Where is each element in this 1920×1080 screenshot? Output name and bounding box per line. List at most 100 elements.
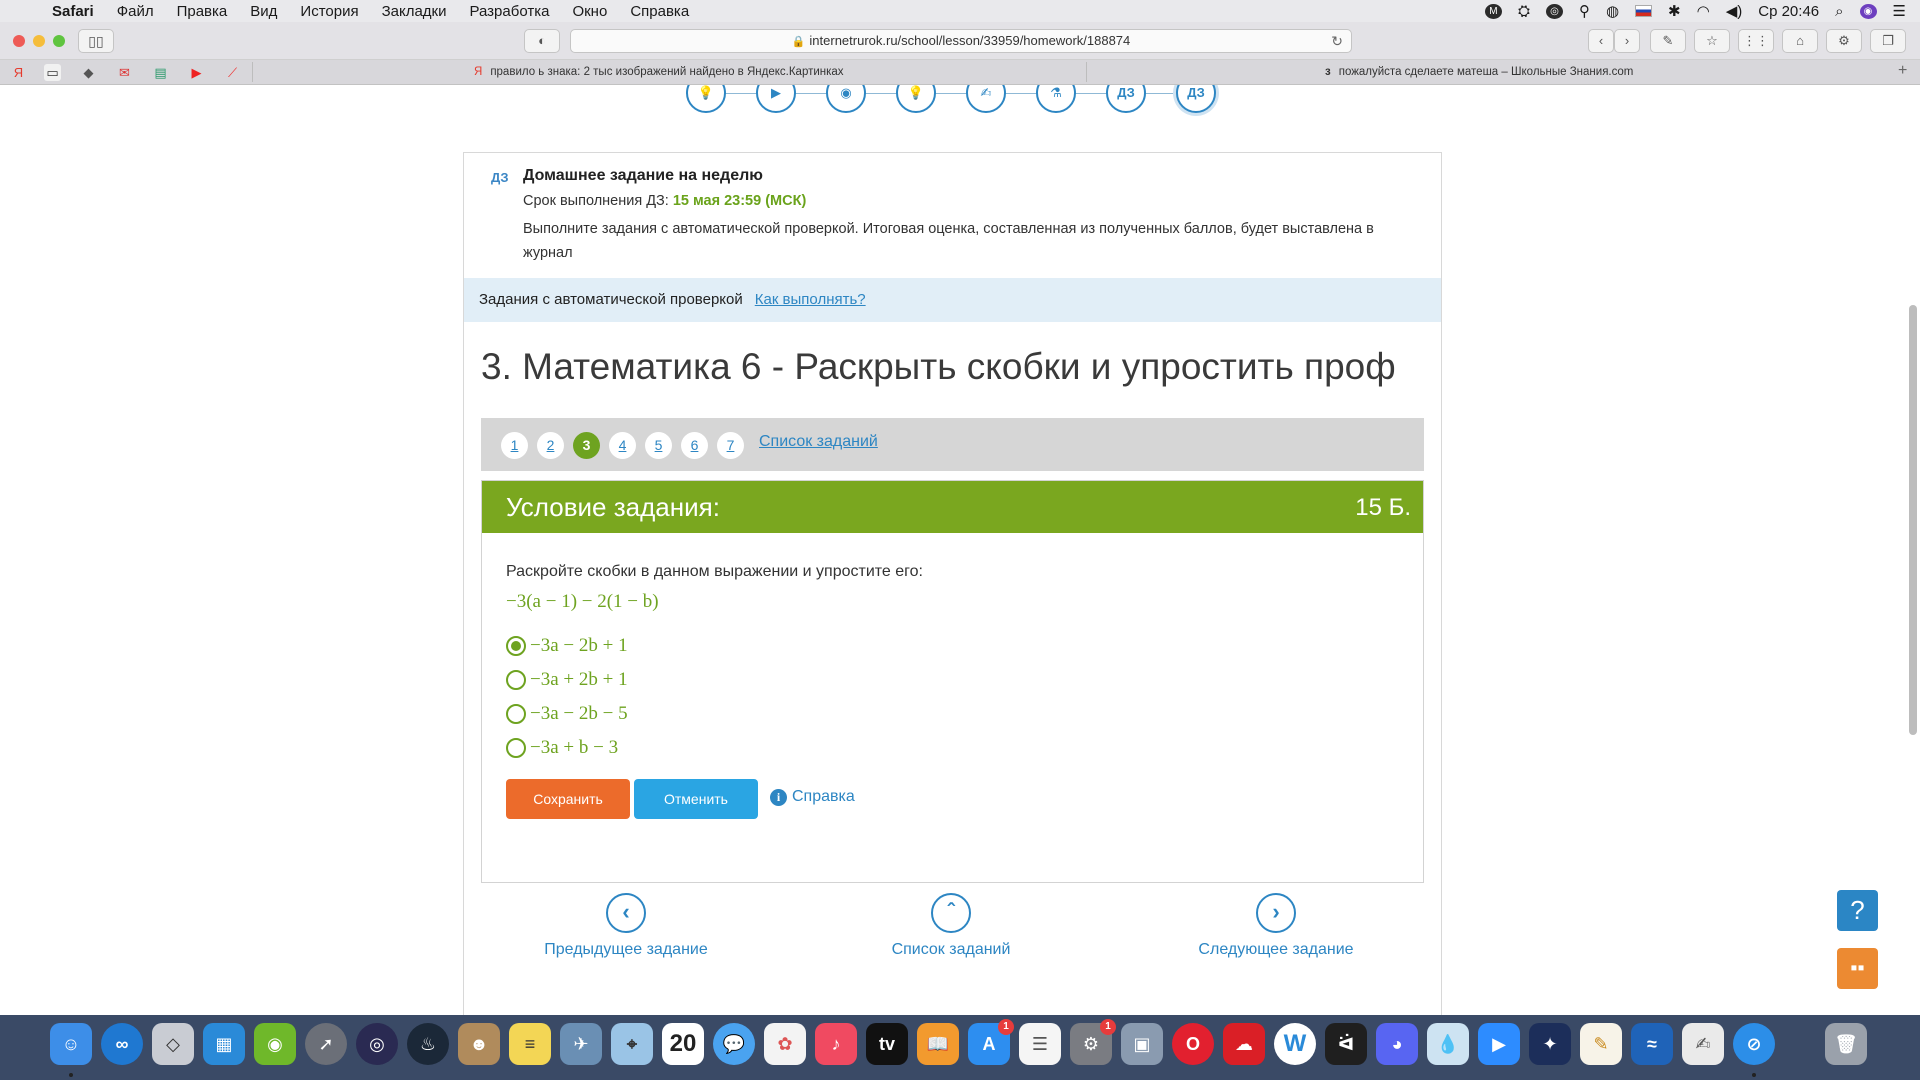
menu-bookmarks[interactable]: Закладки	[382, 3, 447, 20]
answer-option-1[interactable]: −3a − 2b + 1	[506, 633, 628, 659]
calendar-icon[interactable]: 20	[662, 1023, 704, 1065]
next-task-label[interactable]: Следующее задание	[1166, 941, 1386, 959]
opera-icon[interactable]: O	[1172, 1023, 1214, 1065]
menu-file[interactable]: Файл	[117, 3, 154, 20]
safari-icon[interactable]: ⊘	[1733, 1023, 1775, 1065]
clock[interactable]: Ср 20:46	[1758, 3, 1819, 20]
task-list-link[interactable]: Список заданий	[759, 433, 878, 451]
finder-icon[interactable]: ☺	[50, 1023, 92, 1065]
radio-button[interactable]	[506, 738, 526, 758]
radio-button[interactable]	[506, 670, 526, 690]
sidebar-toggle-icon[interactable]: ▯▯	[78, 29, 114, 53]
chevron-right-icon[interactable]: ›	[1256, 893, 1296, 933]
volume-icon[interactable]: ◀)	[1726, 2, 1743, 20]
steam-icon[interactable]: ♨	[407, 1023, 449, 1065]
status-sync-icon[interactable]: ◎	[1545, 3, 1563, 19]
zoom-icon[interactable]: ▶	[1478, 1023, 1520, 1065]
how-to-link[interactable]: Как выполнять?	[755, 291, 866, 308]
bookmark-cube-icon[interactable]: ◆	[80, 64, 97, 81]
bluetooth-icon[interactable]: ✱	[1668, 2, 1681, 20]
app-wave-icon[interactable]: ≈	[1631, 1023, 1673, 1065]
bookmark-arc-icon[interactable]: ⟋	[224, 64, 241, 81]
app-store-icon[interactable]: A1	[968, 1019, 1014, 1065]
task-number-3[interactable]: 3	[573, 432, 600, 459]
tab-znanija[interactable]: з пожалуйста сделаете матеша – Школьные З…	[1325, 60, 1633, 84]
step-video-icon[interactable]: ▶	[756, 85, 796, 113]
reload-icon[interactable]: ↻	[1331, 30, 1343, 52]
radio-button[interactable]	[506, 636, 526, 656]
status-app-icon[interactable]: ⛭	[1518, 3, 1530, 20]
preview-icon[interactable]: ✈	[560, 1023, 602, 1065]
radio-button[interactable]	[506, 704, 526, 724]
menu-develop[interactable]: Разработка	[470, 3, 550, 20]
siri-icon[interactable]: ◉	[1859, 3, 1877, 19]
answer-option-4[interactable]: −3a + b − 3	[506, 735, 618, 761]
notes-icon[interactable]: ≡	[509, 1023, 551, 1065]
creative-cloud-icon[interactable]: ☁	[1223, 1023, 1265, 1065]
chevron-left-icon[interactable]: ‹	[606, 893, 646, 933]
trash-icon[interactable]: 🗑	[1825, 1023, 1867, 1065]
home-icon[interactable]: ⌂	[1782, 29, 1818, 53]
page-scrollbar[interactable]	[1909, 305, 1917, 735]
menu-edit[interactable]: Правка	[177, 3, 228, 20]
app-butterfly-icon[interactable]: ∞	[101, 1023, 143, 1065]
menu-app-name[interactable]: Safari	[52, 3, 94, 20]
grid-icon[interactable]: ⋮⋮	[1738, 29, 1774, 53]
step-trainer-icon[interactable]: ✍	[966, 85, 1006, 113]
status-globe-icon[interactable]: ◍	[1606, 2, 1619, 20]
bookmark-doc-icon[interactable]: ▤	[152, 64, 169, 81]
app-game-icon[interactable]: ✦	[1529, 1023, 1571, 1065]
prev-task-nav[interactable]: ‹ Предыдущее задание	[516, 893, 736, 959]
app-drop-icon[interactable]: 💧	[1427, 1023, 1469, 1065]
chevron-up-icon[interactable]: ˆ	[931, 893, 971, 933]
cancel-button[interactable]: Отменить	[634, 779, 758, 819]
textedit-icon[interactable]: ✍	[1682, 1023, 1724, 1065]
answer-option-3[interactable]: −3a − 2b − 5	[506, 701, 628, 727]
task-number-2[interactable]: 2	[537, 432, 564, 459]
task-list-nav[interactable]: ˆ Список заданий	[841, 893, 1061, 959]
step-hint-icon[interactable]: 💡	[686, 85, 726, 113]
launchpad-icon[interactable]: ➚	[305, 1023, 347, 1065]
save-button[interactable]: Сохранить	[506, 779, 630, 819]
app-alpaca-icon[interactable]: ᐛ	[1325, 1023, 1367, 1065]
step-homework-2[interactable]: ДЗ	[1176, 85, 1216, 113]
books-icon[interactable]: 📖	[917, 1023, 959, 1065]
extension-star-icon[interactable]: ☆	[1694, 29, 1730, 53]
next-task-nav[interactable]: › Следующее задание	[1166, 893, 1386, 959]
system-preferences-icon[interactable]: ⚙ 1	[1070, 1019, 1116, 1065]
menu-window[interactable]: Окно	[572, 3, 607, 20]
nvidia-icon[interactable]: ◉	[254, 1023, 296, 1065]
window-zoom-button[interactable]	[53, 35, 65, 47]
task-list-label[interactable]: Список заданий	[841, 941, 1061, 959]
extension-pen-icon[interactable]: ✎	[1650, 29, 1686, 53]
step-test-icon[interactable]: ⚗	[1036, 85, 1076, 113]
wifi-icon[interactable]: ◠	[1697, 2, 1710, 20]
app-windows-icon[interactable]: ▦	[203, 1023, 245, 1065]
input-language-flag-icon[interactable]	[1635, 5, 1653, 17]
forward-button[interactable]: ›	[1614, 29, 1640, 53]
task-number-7[interactable]: 7	[717, 432, 744, 459]
step-webinar-icon[interactable]: ◉	[826, 85, 866, 113]
image-capture-icon[interactable]: ▣	[1121, 1023, 1163, 1065]
messages-icon[interactable]: 💬	[713, 1023, 755, 1065]
pencil-app-icon[interactable]: ✎	[1580, 1023, 1622, 1065]
back-button[interactable]: ‹	[1588, 29, 1614, 53]
settings-gear-icon[interactable]: ⚙	[1826, 29, 1862, 53]
music-icon[interactable]: ♪	[815, 1023, 857, 1065]
maps-icon[interactable]: ⌖	[611, 1023, 653, 1065]
menu-view[interactable]: Вид	[250, 3, 277, 20]
menu-help[interactable]: Справка	[630, 3, 689, 20]
step-hint-icon-2[interactable]: 💡	[896, 85, 936, 113]
help-question-icon[interactable]: ?	[1837, 890, 1878, 931]
bookmark-note-icon[interactable]: ▭	[44, 64, 61, 81]
spotlight-search-icon[interactable]: ⌕	[1835, 3, 1843, 20]
tab-yandex-images[interactable]: Яправило ь знака: 2 тыс изображений найд…	[474, 60, 844, 84]
app-roblox-icon[interactable]: ◇	[152, 1023, 194, 1065]
address-bar[interactable]: 🔒 internetrurok.ru/school/lesson/33959/ho…	[570, 29, 1352, 53]
tabs-overview-icon[interactable]: ❐	[1870, 29, 1906, 53]
menu-history[interactable]: История	[300, 3, 358, 20]
chat-icon[interactable]: ▪▪	[1837, 948, 1878, 989]
status-tool-icon[interactable]: ⚲	[1579, 2, 1590, 20]
task-number-6[interactable]: 6	[681, 432, 708, 459]
reminders-icon[interactable]: ☰	[1019, 1023, 1061, 1065]
